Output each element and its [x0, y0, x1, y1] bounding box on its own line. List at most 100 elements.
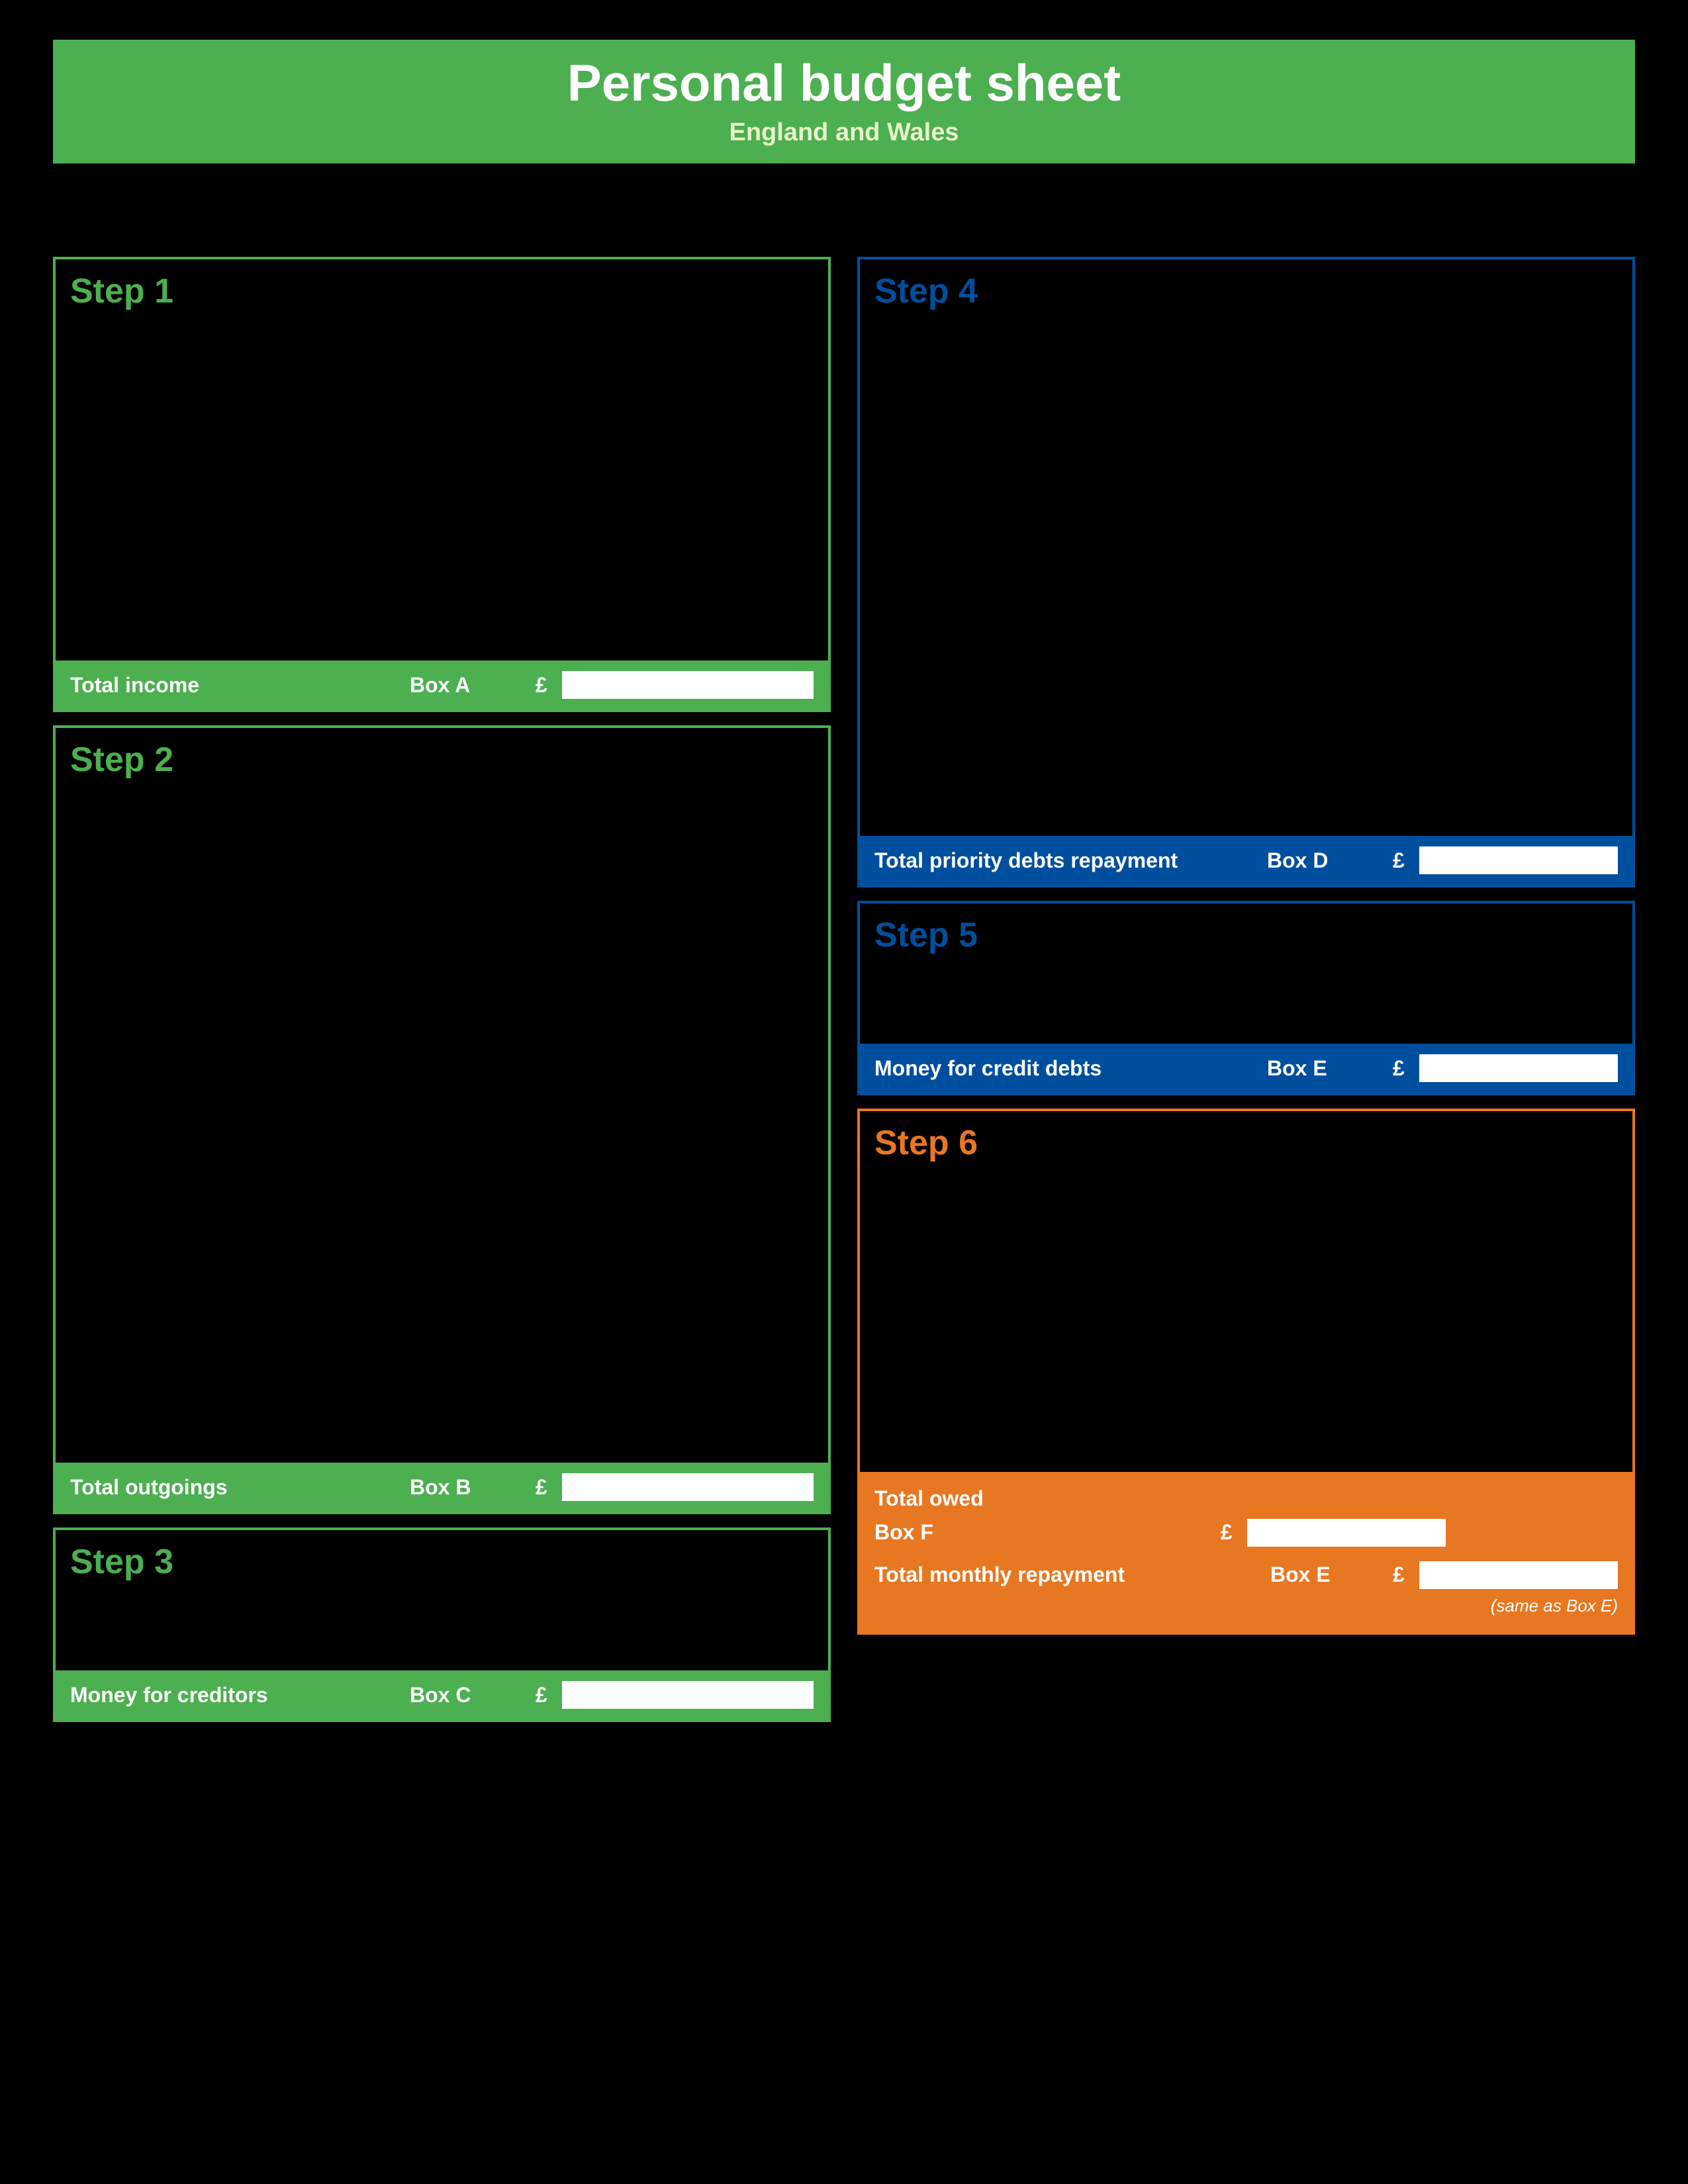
item-field[interactable] — [655, 874, 814, 893]
step5-line1-field[interactable] — [1413, 962, 1618, 981]
owed-field[interactable] — [1280, 1346, 1439, 1369]
repay-field[interactable] — [1463, 570, 1618, 588]
item-field[interactable] — [655, 902, 814, 921]
step5-line2-field[interactable] — [1413, 990, 1618, 1009]
creditor-field[interactable] — [874, 1317, 1243, 1340]
owed-field[interactable] — [1280, 1317, 1439, 1340]
repay-field[interactable] — [1463, 512, 1618, 530]
repay-field[interactable] — [1466, 1317, 1618, 1340]
item-field[interactable] — [655, 350, 814, 369]
item-field[interactable] — [655, 958, 814, 976]
item-field[interactable] — [655, 600, 814, 619]
owed-field[interactable] — [1280, 1375, 1439, 1398]
owed-field[interactable] — [1264, 742, 1397, 760]
owed-field[interactable] — [1264, 451, 1397, 469]
creditor-field[interactable] — [874, 1433, 1243, 1456]
item-field[interactable] — [655, 1375, 814, 1393]
item-field[interactable] — [655, 1430, 814, 1449]
step5-total-field[interactable] — [1419, 1054, 1618, 1082]
step4-total-field[interactable] — [1419, 846, 1618, 874]
step1-total-field[interactable] — [562, 671, 814, 699]
repay-field[interactable] — [1463, 482, 1618, 501]
repay-field[interactable] — [1463, 599, 1618, 617]
item-field[interactable] — [655, 1208, 814, 1226]
owed-field[interactable] — [1264, 538, 1397, 557]
owed-field[interactable] — [1280, 1288, 1439, 1310]
repay-field[interactable] — [1466, 1375, 1618, 1398]
item-field[interactable] — [655, 1402, 814, 1421]
step3-total-field[interactable] — [562, 1681, 814, 1709]
repay-field[interactable] — [1466, 1433, 1618, 1456]
item-field[interactable] — [655, 1013, 814, 1032]
item-field[interactable] — [655, 1124, 814, 1143]
item-field[interactable] — [655, 819, 814, 837]
step2-total-field[interactable] — [562, 1473, 814, 1501]
item-field[interactable] — [655, 1152, 814, 1171]
repay-field[interactable] — [1466, 1404, 1618, 1427]
owed-field[interactable] — [1264, 625, 1397, 644]
item-label: Others (see financial statement) — [70, 1428, 622, 1451]
creditor-field[interactable] — [874, 1404, 1243, 1427]
creditor-field[interactable] — [874, 1346, 1243, 1369]
repay-field[interactable] — [1463, 628, 1618, 647]
step6-h1: Credit debt — [874, 1260, 1241, 1281]
repay-field[interactable] — [1463, 715, 1618, 734]
item-field[interactable] — [655, 1263, 814, 1282]
item-field[interactable] — [655, 1319, 814, 1338]
repay-field[interactable] — [1463, 745, 1618, 763]
step6-subtitle: Work out offers to credit debts — [874, 1165, 1618, 1188]
owed-field[interactable] — [1264, 713, 1397, 731]
line-item: Building/contents insurance£ — [70, 897, 814, 925]
item-field[interactable] — [655, 846, 814, 865]
item-field[interactable] — [655, 545, 814, 563]
item-field[interactable] — [655, 378, 814, 396]
repay-field[interactable] — [1463, 803, 1618, 821]
repay-field[interactable] — [1466, 1346, 1618, 1369]
owed-field[interactable] — [1264, 596, 1397, 615]
item-field[interactable] — [655, 489, 814, 508]
owed-field[interactable] — [1264, 480, 1397, 498]
repay-field[interactable] — [1463, 453, 1618, 472]
repay-field[interactable] — [1466, 1288, 1618, 1310]
item-field[interactable] — [655, 1180, 814, 1199]
step3-total-currency: £ — [536, 1683, 562, 1707]
owed-field[interactable] — [1264, 567, 1397, 586]
item-field[interactable] — [655, 406, 814, 424]
owed-field[interactable] — [1264, 655, 1397, 673]
amount-owed-cell: £ — [1241, 800, 1439, 824]
creditor-field[interactable] — [874, 1288, 1243, 1310]
item-field[interactable] — [655, 433, 814, 452]
owed-field[interactable] — [1280, 1433, 1439, 1456]
creditor-field[interactable] — [874, 1375, 1243, 1398]
item-field[interactable] — [655, 1041, 814, 1060]
item-field[interactable] — [655, 1236, 814, 1254]
item-field[interactable] — [655, 1291, 814, 1310]
repay-field[interactable] — [1463, 541, 1618, 559]
line-item: Clothing£ — [70, 1370, 814, 1398]
repay-field[interactable] — [1463, 774, 1618, 792]
repay-field[interactable] — [1463, 686, 1618, 705]
repay-field[interactable] — [1463, 657, 1618, 676]
item-field[interactable] — [655, 628, 814, 647]
step6-owed-field[interactable] — [1247, 1519, 1446, 1547]
step6-repay-field[interactable] — [1419, 1561, 1618, 1589]
owed-field[interactable] — [1280, 1404, 1439, 1427]
item-field[interactable] — [655, 461, 814, 480]
owed-field[interactable] — [1264, 509, 1397, 527]
item-field[interactable] — [655, 985, 814, 1004]
step3-line2-field[interactable] — [608, 1617, 814, 1635]
item-field[interactable] — [655, 1347, 814, 1365]
blank-label-field[interactable] — [70, 628, 611, 647]
currency-symbol: £ — [622, 432, 655, 454]
owed-field[interactable] — [1264, 771, 1397, 790]
currency-symbol: £ — [1439, 772, 1463, 794]
item-field[interactable] — [655, 572, 814, 591]
item-field[interactable] — [655, 1069, 814, 1087]
item-field[interactable] — [655, 517, 814, 535]
owed-field[interactable] — [1264, 684, 1397, 702]
step3-line1-field[interactable] — [608, 1589, 814, 1608]
item-field[interactable] — [655, 1097, 814, 1115]
owed-cell: £ — [1254, 1317, 1439, 1340]
owed-field[interactable] — [1264, 800, 1397, 819]
item-field[interactable] — [655, 930, 814, 948]
